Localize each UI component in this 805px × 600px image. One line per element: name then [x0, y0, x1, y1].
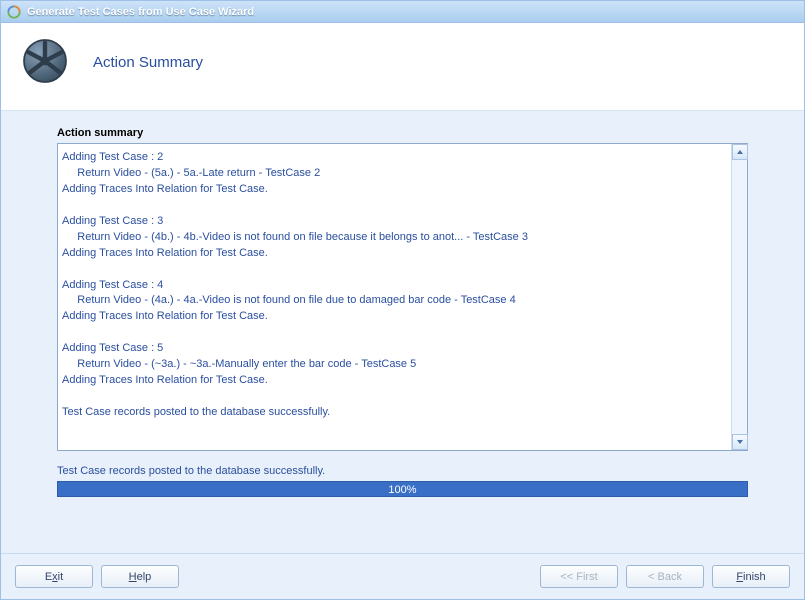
wizard-content: Action summary Adding Test Case : 2 Retu…	[1, 111, 804, 553]
action-summary-log: Adding Test Case : 2 Return Video - (5a.…	[58, 144, 731, 450]
scroll-up-button[interactable]	[732, 144, 748, 160]
help-button[interactable]: Help	[101, 565, 179, 588]
wizard-footer: Exit Help << First < Back Finish	[1, 553, 804, 599]
section-label: Action summary	[57, 127, 748, 139]
exit-button[interactable]: Exit	[15, 565, 93, 588]
wizard-header: Action Summary	[1, 23, 804, 111]
app-icon	[7, 5, 21, 19]
finish-button[interactable]: Finish	[712, 565, 790, 588]
first-button[interactable]: << First	[540, 565, 618, 588]
wizard-window: Generate Test Cases from Use Case Wizard	[0, 0, 805, 600]
titlebar: Generate Test Cases from Use Case Wizard	[1, 1, 804, 23]
progress-bar: 100%	[57, 481, 748, 497]
scroll-down-button[interactable]	[732, 434, 748, 450]
action-summary-box: Adding Test Case : 2 Return Video - (5a.…	[57, 143, 748, 451]
status-message: Test Case records posted to the database…	[57, 465, 748, 477]
back-button[interactable]: < Back	[626, 565, 704, 588]
scrollbar[interactable]	[731, 144, 747, 450]
page-title: Action Summary	[93, 54, 203, 71]
gear-icon	[17, 33, 73, 92]
window-title: Generate Test Cases from Use Case Wizard	[27, 6, 254, 18]
